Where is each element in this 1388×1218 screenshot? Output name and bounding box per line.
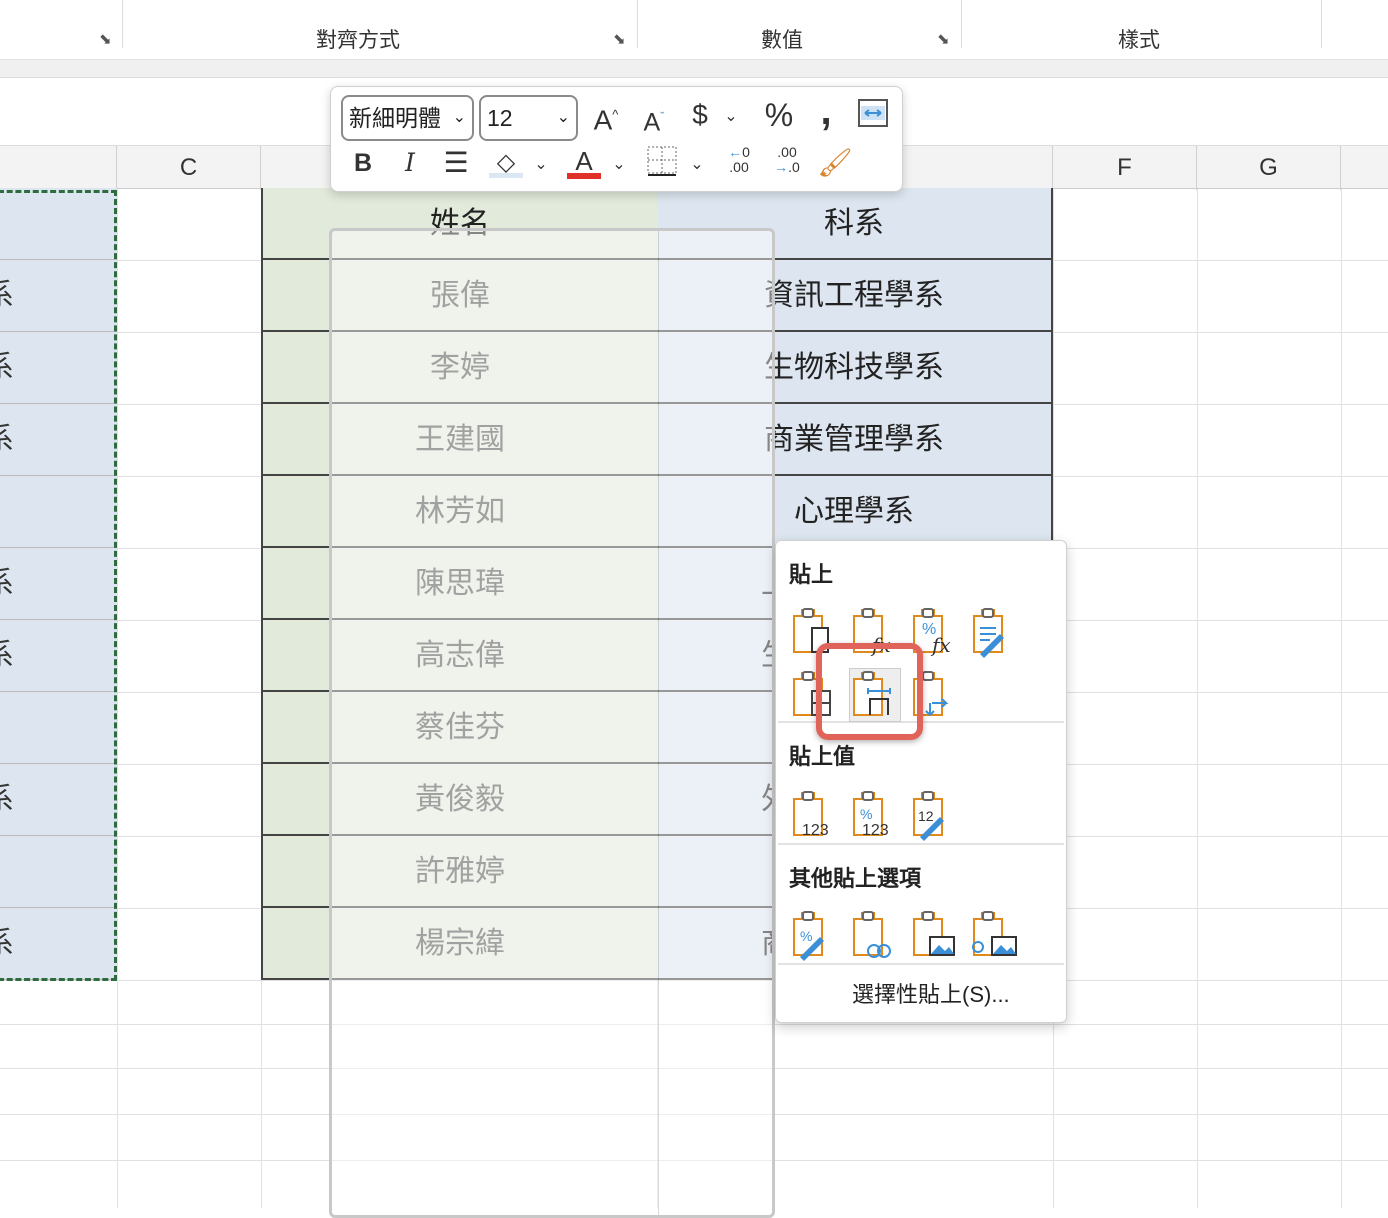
column-header-b[interactable] bbox=[0, 146, 117, 190]
gridline bbox=[1197, 189, 1198, 1208]
bold-icon[interactable]: B bbox=[351, 145, 375, 181]
paste-section-header: 貼上 bbox=[789, 562, 834, 587]
svg-text:%: % bbox=[800, 928, 812, 944]
column-header-f[interactable]: F bbox=[1053, 146, 1197, 190]
column-header-g[interactable]: G bbox=[1197, 146, 1341, 190]
svg-text:123: 123 bbox=[802, 822, 829, 839]
chevron-down-icon[interactable]: ⌄ bbox=[531, 147, 551, 183]
ribbon-group-number: 數值 bbox=[761, 29, 803, 52]
italic-icon[interactable]: I bbox=[398, 145, 422, 181]
keep-source-formatting-icon[interactable] bbox=[970, 606, 1020, 658]
highlight-keep-column-widths bbox=[816, 643, 923, 740]
svg-text:12: 12 bbox=[918, 808, 934, 824]
gridline bbox=[1341, 189, 1342, 1208]
font-size-select[interactable]: 12 ⌄ bbox=[479, 95, 578, 141]
paste-link-icon[interactable] bbox=[850, 909, 900, 961]
paste-values-section-header: 貼上值 bbox=[789, 744, 856, 769]
gridline bbox=[117, 189, 118, 1208]
ribbon-group-alignment: 對齊方式 bbox=[316, 29, 400, 52]
mini-toolbar: 新細明體 ⌄ 12 ⌄ A^ Aˇ $ ⌄ % , B I ☰ ◇ ⌄ A ⌄ ⌄ … bbox=[330, 86, 903, 192]
font-name-select[interactable]: 新細明體 ⌄ bbox=[341, 95, 474, 141]
chevron-down-icon[interactable]: ⌄ bbox=[687, 147, 707, 183]
values-number-format-icon[interactable]: % 123 bbox=[850, 789, 900, 841]
increase-font-size-icon[interactable]: A^ bbox=[586, 97, 626, 135]
chevron-down-icon: ⌄ bbox=[452, 109, 466, 126]
fill-color-icon[interactable]: ◇ bbox=[489, 145, 523, 181]
font-color-icon[interactable]: A bbox=[567, 143, 601, 179]
paste-special-menu-item[interactable]: 選擇性貼上(S)... bbox=[852, 977, 1010, 1009]
ribbon-group-styles: 樣式 bbox=[1118, 29, 1160, 52]
drag-preview bbox=[329, 228, 775, 1218]
font-name-value: 新細明體 bbox=[349, 105, 441, 131]
align-center-icon[interactable]: ☰ bbox=[441, 145, 471, 181]
chevron-down-icon[interactable]: ⌄ bbox=[609, 147, 629, 183]
svg-text:fx: fx bbox=[930, 633, 951, 657]
linked-picture-icon[interactable] bbox=[970, 909, 1020, 961]
picture-icon[interactable] bbox=[910, 909, 960, 961]
ribbon: ⬊ 對齊方式 ⬊ 數值 ⬊ 樣式 bbox=[0, 0, 1388, 60]
wrap-format-icon[interactable] bbox=[856, 97, 890, 133]
column-header-c[interactable]: C bbox=[117, 146, 261, 190]
svg-text:123: 123 bbox=[862, 822, 889, 839]
paste-options-menu: 貼上 貼上值 其他貼上選項 選擇性貼上(S)... fx% fx 123% 123 12… bbox=[775, 540, 1067, 1023]
decrease-font-size-icon[interactable]: Aˇ bbox=[636, 99, 672, 136]
chevron-down-icon: ⌄ bbox=[556, 109, 570, 126]
other-paste-options-header: 其他貼上選項 bbox=[789, 866, 922, 891]
dialog-launcher-icon[interactable]: ⬊ bbox=[99, 30, 112, 48]
chevron-down-icon[interactable]: ⌄ bbox=[721, 99, 741, 135]
paste-values-icon[interactable]: 123 bbox=[790, 789, 840, 841]
increase-decimal-icon[interactable]: ←0.00 bbox=[721, 145, 757, 181]
svg-text:%: % bbox=[860, 806, 872, 822]
formatting-icon[interactable]: % bbox=[790, 909, 840, 961]
number-dialog-launcher-icon[interactable]: ⬊ bbox=[937, 30, 950, 48]
font-size-value: 12 bbox=[487, 105, 513, 131]
comma-style-icon[interactable]: , bbox=[811, 91, 841, 131]
format-painter-icon[interactable]: 🖌 bbox=[817, 145, 853, 181]
ribbon-divider bbox=[0, 60, 1388, 78]
percent-style-icon[interactable]: % bbox=[759, 97, 799, 133]
borders-icon[interactable] bbox=[645, 145, 679, 181]
currency-format-icon[interactable]: $ bbox=[683, 97, 717, 133]
alignment-dialog-launcher-icon[interactable]: ⬊ bbox=[613, 30, 626, 48]
decrease-decimal-icon[interactable]: .00 →.0 bbox=[769, 145, 805, 181]
copy-marquee bbox=[0, 190, 117, 981]
values-source-formatting-icon[interactable]: 12 bbox=[910, 789, 960, 841]
